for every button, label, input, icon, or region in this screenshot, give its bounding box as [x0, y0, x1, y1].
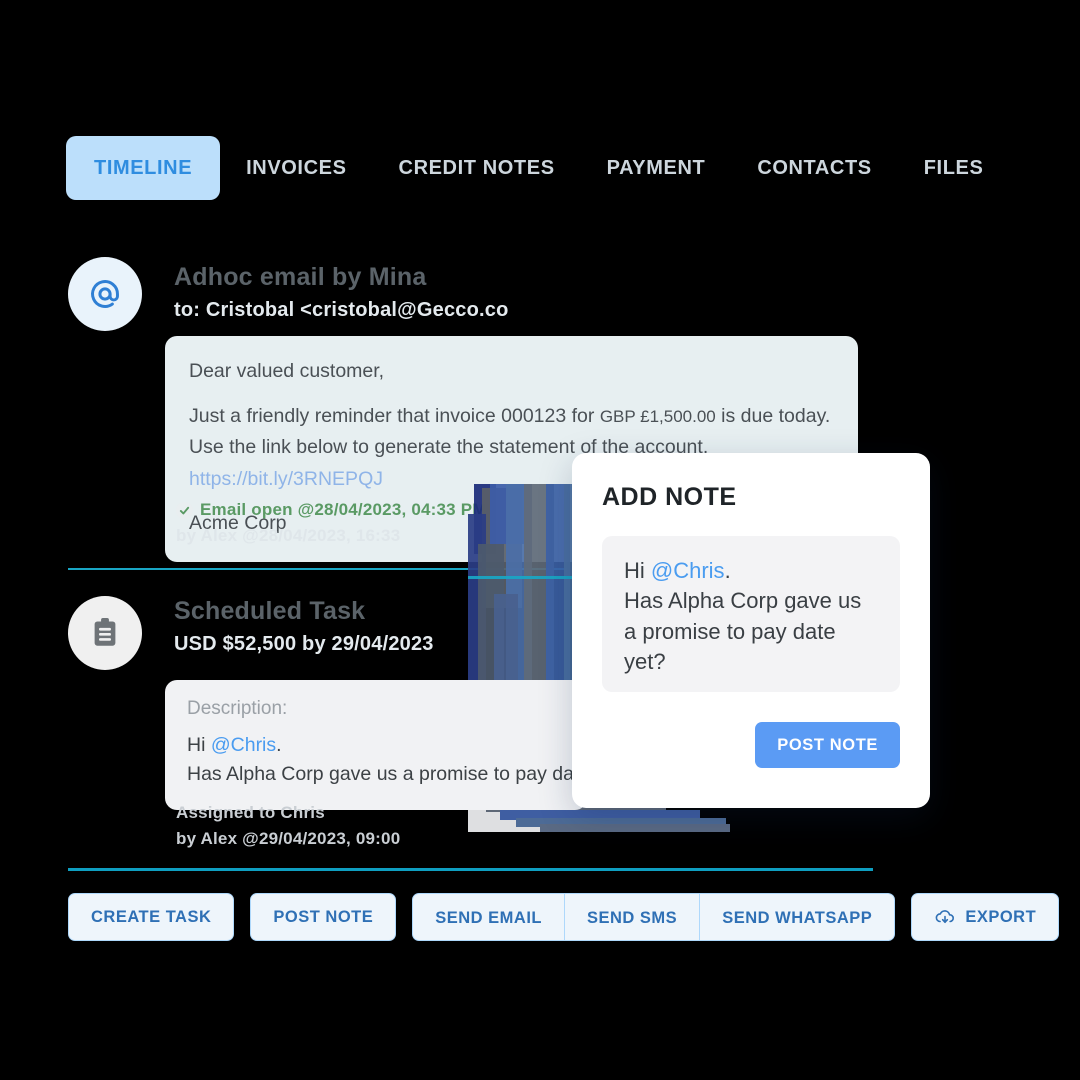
note-prefix: Hi — [624, 558, 651, 583]
tab-credit-notes[interactable]: CREDIT NOTES — [373, 136, 581, 200]
cloud-download-icon — [934, 908, 956, 926]
task-status: Assigned to Chris by Alex @29/04/2023, 0… — [176, 803, 400, 849]
email-status-primary: Email open @28/04/2023, 04:33 PM — [200, 500, 487, 519]
task-description-line2: Has Alpha Corp gave us a promise to pay … — [187, 763, 591, 786]
email-statement-link[interactable]: https://bit.ly/3RNEPQJ — [189, 468, 383, 490]
email-status: Email open @28/04/2023, 04:33 PM by Alex… — [176, 500, 487, 546]
action-bar: CREATE TASK POST NOTE SEND EMAIL SEND SM… — [68, 893, 1060, 941]
task-description-line1: Hi @Chris. — [187, 731, 565, 760]
tab-contacts-label: CONTACTS — [757, 157, 872, 179]
create-task-button[interactable]: CREATE TASK — [68, 893, 235, 941]
send-button-group: SEND EMAIL SEND SMS SEND WHATSAPP — [412, 893, 896, 941]
tab-credit-notes-label: CREDIT NOTES — [398, 157, 555, 179]
add-note-modal: ADD NOTE Hi @Chris. Has Alpha Corp gave … — [572, 453, 930, 808]
email-greeting: Dear valued customer, — [189, 360, 385, 382]
task-description-label: Description: — [187, 698, 288, 719]
tab-files[interactable]: FILES — [898, 136, 1010, 200]
tab-payment-label: PAYMENT — [606, 157, 706, 179]
add-note-title: ADD NOTE — [602, 483, 737, 511]
at-sign-icon — [68, 257, 142, 331]
note-line-4: yet? — [624, 649, 666, 675]
send-email-button[interactable]: SEND EMAIL — [413, 894, 565, 940]
note-mention[interactable]: @Chris — [651, 558, 725, 583]
task-entry-header: Scheduled Task USD $52,500 by 29/04/2023 — [174, 597, 434, 656]
tab-payment[interactable]: PAYMENT — [581, 136, 732, 200]
tab-contacts[interactable]: CONTACTS — [731, 136, 897, 200]
task-desc-mention[interactable]: @Chris — [211, 734, 276, 756]
email-entry-recipient: to: Cristobal <cristobal@Gecco.co — [174, 299, 509, 321]
task-desc-prefix: Hi — [187, 734, 211, 756]
task-status-primary: Assigned to Chris — [176, 803, 325, 822]
task-entry-amount: USD $52,500 by 29/04/2023 — [174, 633, 434, 655]
send-sms-button[interactable]: SEND SMS — [565, 894, 701, 940]
task-status-secondary: by Alex @29/04/2023, 09:00 — [176, 829, 401, 848]
tab-invoices[interactable]: INVOICES — [220, 136, 372, 200]
note-line-2: Has Alpha Corp gave us — [624, 588, 862, 614]
tab-bar: TIMELINE INVOICES CREDIT NOTES PAYMENT C… — [66, 136, 1009, 200]
tab-timeline-label: TIMELINE — [94, 157, 193, 179]
tab-invoices-label: INVOICES — [246, 157, 347, 179]
email-paragraph-part1: Just a friendly reminder that invoice 00… — [189, 404, 600, 427]
note-line-3: a promise to pay date — [624, 618, 836, 644]
tab-timeline[interactable]: TIMELINE — [66, 136, 221, 200]
note-textarea[interactable]: Hi @Chris. Has Alpha Corp gave us a prom… — [602, 536, 900, 692]
task-status-primary-row: Assigned to Chris — [176, 803, 400, 823]
export-button[interactable]: EXPORT — [911, 893, 1060, 941]
task-description-card: Description: Hi @Chris. Has Alpha Corp g… — [165, 680, 591, 810]
email-amount: GBP £1,500.00 — [599, 406, 716, 426]
note-suffix: . — [724, 558, 731, 583]
task-desc-suffix: . — [276, 734, 282, 756]
email-status-secondary: by Alex @28/04/2023, 16:33 — [176, 526, 401, 545]
modal-post-note-button[interactable]: POST NOTE — [755, 722, 900, 768]
export-label: EXPORT — [965, 907, 1037, 926]
check-circle-icon — [176, 501, 193, 519]
clipboard-icon — [68, 596, 142, 670]
email-entry-header: Adhoc email by Mina to: Cristobal <crist… — [174, 263, 509, 322]
note-line-1: Hi @Chris. — [624, 556, 878, 586]
email-entry-title: Adhoc email by Mina — [174, 263, 427, 291]
timeline-divider-2 — [68, 868, 873, 871]
send-whatsapp-button[interactable]: SEND WHATSAPP — [700, 894, 894, 940]
tab-files-label: FILES — [923, 157, 984, 179]
timeline-divider-1 — [68, 568, 567, 570]
email-status-primary-row: Email open @28/04/2023, 04:33 PM — [176, 500, 487, 520]
task-entry-title: Scheduled Task — [174, 597, 366, 625]
post-note-button[interactable]: POST NOTE — [250, 893, 397, 941]
app-root: TIMELINE INVOICES CREDIT NOTES PAYMENT C… — [0, 0, 1080, 1080]
